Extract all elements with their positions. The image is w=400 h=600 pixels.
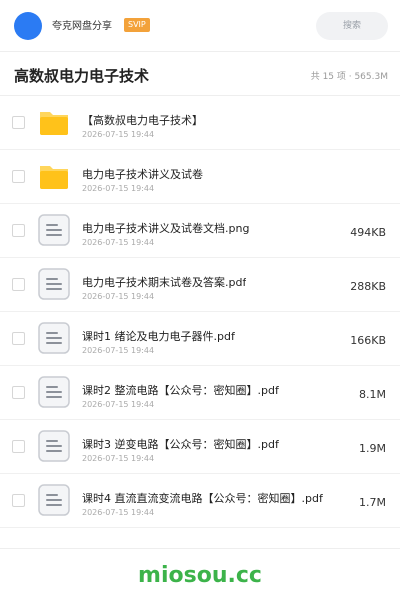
file-date: 2026-07-15 19:44 — [82, 400, 155, 409]
document-icon — [38, 376, 70, 408]
folder-icon — [38, 160, 70, 192]
file-row[interactable]: 电力电子技术讲义及试卷文档.png 2026-07-15 19:44 494KB — [0, 204, 400, 258]
file-name[interactable]: 课时4 直流直流变流电路【公众号：密知圈】.pdf — [82, 490, 323, 506]
watermark: miosou.cc — [138, 563, 262, 588]
document-icon — [38, 322, 70, 354]
select-checkbox[interactable] — [12, 224, 25, 237]
file-name[interactable]: 课时2 整流电路【公众号：密知圈】.pdf — [82, 382, 279, 398]
file-name[interactable]: 【高数叔电力电子技术】 — [82, 112, 203, 128]
select-checkbox[interactable] — [12, 278, 25, 291]
document-icon — [38, 268, 70, 300]
file-row[interactable]: 课时1 绪论及电力电子器件.pdf 2026-07-15 19:44 166KB — [0, 312, 400, 366]
file-name[interactable]: 电力电子技术讲义及试卷 — [82, 166, 203, 182]
file-date: 2026-07-15 19:44 — [82, 238, 155, 247]
file-name[interactable]: 课时1 绪论及电力电子器件.pdf — [82, 328, 235, 344]
select-checkbox[interactable] — [12, 494, 25, 507]
file-row[interactable]: 课时4 直流直流变流电路【公众号：密知圈】.pdf 2026-07-15 19:4… — [0, 474, 400, 528]
file-date: 2026-07-15 19:44 — [82, 184, 155, 193]
file-row[interactable]: 课时3 逆变电路【公众号：密知圈】.pdf 2026-07-15 19:44 1.9… — [0, 420, 400, 474]
file-date: 2026-07-15 19:44 — [82, 346, 155, 355]
file-list: 【高数叔电力电子技术】 2026-07-15 19:44 电力电子技术讲义及试卷 20… — [0, 96, 400, 528]
folder-meta: 共 15 项 · 565.3M — [310, 72, 388, 82]
select-checkbox[interactable] — [12, 440, 25, 453]
page-title: 高数叔电力电子技术 — [14, 67, 150, 85]
document-icon — [38, 484, 70, 516]
document-icon — [38, 214, 70, 246]
folder-icon — [38, 106, 70, 138]
file-size: 288KB — [350, 280, 386, 293]
document-icon — [38, 430, 70, 462]
search-input[interactable]: 搜索 — [316, 12, 388, 40]
select-checkbox[interactable] — [12, 116, 25, 129]
file-row[interactable]: 电力电子技术讲义及试卷 2026-07-15 19:44 — [0, 150, 400, 204]
share-name: 夸克网盘分享 — [52, 21, 112, 32]
file-date: 2026-07-15 19:44 — [82, 508, 155, 517]
file-name[interactable]: 电力电子技术讲义及试卷文档.png — [82, 220, 249, 236]
file-date: 2026-07-15 19:44 — [82, 292, 155, 301]
file-size: 1.7M — [359, 496, 386, 509]
svip-badge: SVIP — [124, 18, 150, 32]
select-checkbox[interactable] — [12, 170, 25, 183]
file-size: 166KB — [350, 334, 386, 347]
select-checkbox[interactable] — [12, 332, 25, 345]
file-name[interactable]: 电力电子技术期末试卷及答案.pdf — [82, 274, 246, 290]
file-size: 1.9M — [359, 442, 386, 455]
footer: miosou.cc — [0, 548, 400, 600]
header: 夸克网盘分享 SVIP 搜索 — [0, 0, 400, 52]
file-name[interactable]: 课时3 逆变电路【公众号：密知圈】.pdf — [82, 436, 279, 452]
file-size: 494KB — [350, 226, 386, 239]
share-page: 夸克网盘分享 SVIP 搜索 高数叔电力电子技术 共 15 项 · 565.3M… — [0, 0, 400, 600]
file-row[interactable]: 【高数叔电力电子技术】 2026-07-15 19:44 — [0, 96, 400, 150]
file-row[interactable]: 电力电子技术期末试卷及答案.pdf 2026-07-15 19:44 288KB — [0, 258, 400, 312]
avatar[interactable] — [14, 12, 42, 40]
select-checkbox[interactable] — [12, 386, 25, 399]
file-row[interactable]: 课时2 整流电路【公众号：密知圈】.pdf 2026-07-15 19:44 8.1… — [0, 366, 400, 420]
file-date: 2026-07-15 19:44 — [82, 130, 155, 139]
folder-titlebar: 高数叔电力电子技术 共 15 项 · 565.3M — [0, 52, 400, 96]
file-size: 8.1M — [359, 388, 386, 401]
file-date: 2026-07-15 19:44 — [82, 454, 155, 463]
